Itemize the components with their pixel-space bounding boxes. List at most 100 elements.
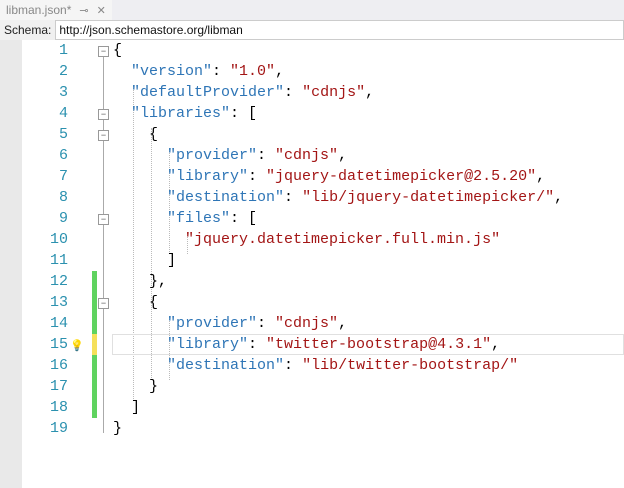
code-text: { [113,124,158,145]
code-line[interactable]: 4 − "libraries": [ [22,103,624,124]
json-string: "lib/jquery-datetimepicker/" [302,189,555,206]
change-marker-saved [92,271,97,292]
code-line[interactable]: 16 "destination": "lib/twitter-bootstrap… [22,355,624,376]
json-punctuation: { [113,126,159,143]
schema-bar: Schema: http://json.schemastore.org/libm… [0,20,624,40]
code-line[interactable]: 9 − "files": [ [22,208,624,229]
line-number: 7 [58,168,68,185]
line-number: 13 [49,294,68,311]
code-line[interactable]: 18 ] [22,397,624,418]
lightbulb-icon[interactable]: 💡 [70,337,84,353]
code-line[interactable]: 5 − { [22,124,624,145]
code-line[interactable]: 7 "library": "jquery-datetimepicker@2.5.… [22,166,624,187]
code-line[interactable]: 11 ] [22,250,624,271]
code-line[interactable]: 19} [22,418,624,439]
json-punctuation [113,147,167,164]
json-punctuation: , [554,189,564,206]
collapse-icon[interactable]: − [98,109,109,120]
json-string: "cdnjs" [275,315,339,332]
code-text: "library": "twitter-bootstrap@4.3.1", [113,334,500,355]
json-punctuation [113,336,167,353]
code-text: "destination": "lib/jquery-datetimepicke… [113,187,563,208]
json-string: "lib/twitter-bootstrap/" [302,357,519,374]
code-text: "defaultProvider": "cdnjs", [113,82,374,103]
json-punctuation: : [248,336,267,353]
json-punctuation [113,84,131,101]
code-text: "files": [ [113,208,257,229]
line-number: 9 [58,210,68,227]
code-editor[interactable]: 1−{2 "version": "1.0", 3 "defaultProvider… [22,40,624,488]
json-string: "jquery-datetimepicker@2.5.20" [266,168,537,185]
code-line[interactable]: 17 } [22,376,624,397]
json-punctuation: { [113,42,123,59]
line-number: 2 [58,63,68,80]
json-string: "1.0" [230,63,276,80]
json-punctuation [113,231,185,248]
change-marker-saved [92,397,97,418]
line-number: 5 [58,126,68,143]
line-number: 11 [49,252,68,269]
code-line[interactable]: 12 }, [22,271,624,292]
schema-input[interactable]: http://json.schemastore.org/libman [55,20,624,40]
json-punctuation [113,357,167,374]
code-text: { [113,292,158,313]
code-line[interactable]: 6 "provider": "cdnjs", [22,145,624,166]
code-line[interactable]: 1 −{ [22,40,624,61]
close-icon[interactable]: ✕ [97,4,106,17]
tab-title: libman.json* [6,3,72,17]
json-punctuation [113,210,167,227]
json-punctuation: : [257,315,276,332]
collapse-icon[interactable]: − [98,130,109,141]
line-number: 16 [49,357,68,374]
tab-bar: libman.json* ⊸ ✕ [0,0,624,21]
json-key: "provider" [167,147,258,164]
line-number: 3 [58,84,68,101]
json-punctuation: } [113,420,123,437]
code-line[interactable]: 15 💡 "library": "twitter-bootstrap@4.3.1"… [22,334,624,355]
json-punctuation: : [257,147,276,164]
json-punctuation [113,63,131,80]
code-line[interactable]: 14 "provider": "cdnjs", [22,313,624,334]
json-punctuation: }, [113,273,168,290]
line-number: 12 [49,273,68,290]
code-line[interactable]: 8 "destination": "lib/jquery-datetimepic… [22,187,624,208]
json-punctuation: } [113,378,159,395]
json-punctuation: : [248,168,267,185]
collapse-icon[interactable]: − [98,46,109,57]
json-punctuation [113,189,167,206]
json-key: "libraries" [131,105,231,122]
json-string: "cdnjs" [302,84,366,101]
line-number: 1 [58,42,68,59]
schema-label: Schema: [4,23,52,37]
json-string: "twitter-bootstrap@4.3.1" [266,336,492,353]
pin-icon[interactable]: ⊸ [79,4,88,17]
json-key: "defaultProvider" [131,84,285,101]
json-string: "cdnjs" [275,147,339,164]
code-line[interactable]: 3 "defaultProvider": "cdnjs", [22,82,624,103]
line-number: 15 [49,336,68,353]
line-number: 10 [49,231,68,248]
tab-libman-json[interactable]: libman.json* ⊸ ✕ [0,0,112,20]
collapse-icon[interactable]: − [98,214,109,225]
json-punctuation: , [491,336,501,353]
json-punctuation: : [284,84,303,101]
code-line[interactable]: 10 "jquery.datetimepicker.full.min.js" [22,229,624,250]
json-punctuation [113,105,131,122]
code-text: "provider": "cdnjs", [113,145,347,166]
json-punctuation: , [275,63,285,80]
json-punctuation [113,315,167,332]
json-punctuation: : [ [230,210,258,227]
json-string: "jquery.datetimepicker.full.min.js" [185,231,501,248]
code-text: } [113,418,122,439]
code-text: "jquery.datetimepicker.full.min.js" [113,229,500,250]
line-number: 8 [58,189,68,206]
code-text: { [113,40,122,61]
code-text: "provider": "cdnjs", [113,313,347,334]
collapse-icon[interactable]: − [98,298,109,309]
json-punctuation: , [338,315,348,332]
json-punctuation: : [284,189,303,206]
line-number: 17 [49,378,68,395]
code-line[interactable]: 2 "version": "1.0", [22,61,624,82]
code-line[interactable]: 13 − { [22,292,624,313]
change-marker-saved [92,376,97,397]
